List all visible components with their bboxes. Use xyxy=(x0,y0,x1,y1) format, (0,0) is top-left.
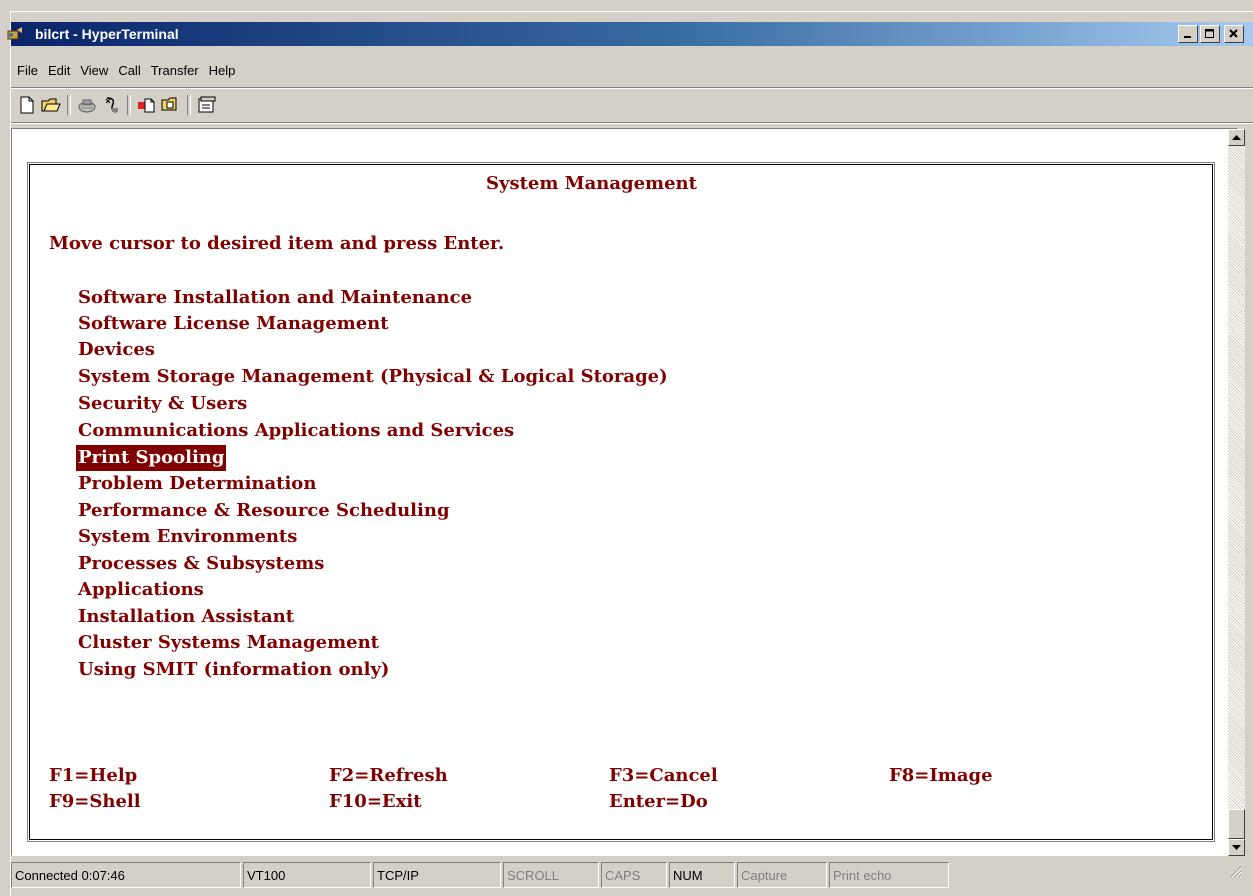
toolbar-separator xyxy=(67,95,71,115)
receive-icon xyxy=(161,97,177,111)
receive-button[interactable] xyxy=(159,93,183,117)
menu-option[interactable]: Processes & Subsystems xyxy=(78,551,324,577)
status-scroll: SCROLL xyxy=(503,862,599,888)
status-caps: CAPS xyxy=(601,862,667,888)
fkey-enter-do[interactable]: Enter=Do xyxy=(609,789,708,815)
fkey-f1-help[interactable]: F1=Help xyxy=(49,763,137,789)
fkey-f9-shell[interactable]: F9=Shell xyxy=(49,789,141,815)
toolbar-divider xyxy=(11,122,1253,124)
close-button[interactable] xyxy=(1224,25,1244,43)
disconnect-button[interactable] xyxy=(99,93,123,117)
arrow-up-icon xyxy=(1232,134,1241,140)
fkey-f8-image[interactable]: F8=Image xyxy=(889,763,993,789)
menu-option-selected[interactable]: Print Spooling xyxy=(76,445,227,471)
connect-button[interactable] xyxy=(75,93,99,117)
maximize-button[interactable] xyxy=(1200,25,1220,43)
properties-icon xyxy=(198,96,216,113)
scroll-up-button[interactable] xyxy=(1228,129,1245,146)
menu-option[interactable]: Communications Applications and Services xyxy=(78,418,514,444)
connect-icon xyxy=(78,99,96,113)
status-capture: Capture xyxy=(737,862,827,888)
window-title: bilcrt - HyperTerminal xyxy=(35,26,179,42)
status-print-echo: Print echo xyxy=(829,862,949,888)
toolbar xyxy=(15,92,219,118)
menu-option[interactable]: Cluster Systems Management xyxy=(78,630,379,656)
vertical-scrollbar[interactable] xyxy=(1228,129,1245,856)
menu-transfer[interactable]: Transfer xyxy=(146,60,204,82)
scroll-thumb[interactable] xyxy=(1228,809,1245,839)
minimize-icon xyxy=(1184,36,1191,38)
new-connection-icon xyxy=(20,96,34,114)
open-icon xyxy=(41,98,61,112)
title-bar[interactable]: bilcrt - HyperTerminal xyxy=(7,22,1253,46)
properties-button[interactable] xyxy=(195,93,219,117)
menu-option[interactable]: Problem Determination xyxy=(78,471,316,497)
screen-instruction: Move cursor to desired item and press En… xyxy=(49,233,505,254)
menu-edit[interactable]: Edit xyxy=(43,60,75,82)
maximize-icon xyxy=(1205,29,1214,38)
menu-option[interactable]: Using SMIT (information only) xyxy=(78,657,389,683)
status-emulation: VT100 xyxy=(243,862,371,888)
menu-option[interactable]: System Storage Management (Physical & Lo… xyxy=(78,364,668,390)
menu-option[interactable]: Devices xyxy=(78,337,155,363)
toolbar-divider xyxy=(11,87,1253,89)
smit-screen[interactable]: System Management Move cursor to desired… xyxy=(29,164,1213,840)
menu-option[interactable]: Security & Users xyxy=(78,391,247,417)
menu-call[interactable]: Call xyxy=(113,60,145,82)
status-bar: Connected 0:07:46 VT100 TCP/IP SCROLL CA… xyxy=(11,862,1253,888)
send-icon xyxy=(138,98,155,113)
menu-option[interactable]: Applications xyxy=(78,577,204,603)
toolbar-separator xyxy=(187,95,191,115)
open-button[interactable] xyxy=(39,93,63,117)
minimize-button[interactable] xyxy=(1178,25,1198,43)
menu-option[interactable]: Software License Management xyxy=(78,311,389,337)
menu-option[interactable]: Software Installation and Maintenance xyxy=(78,285,472,311)
fkey-f10-exit[interactable]: F10=Exit xyxy=(329,789,422,815)
fkey-f2-refresh[interactable]: F2=Refresh xyxy=(329,763,448,789)
menu-file[interactable]: File xyxy=(11,60,43,82)
toolbar-separator xyxy=(127,95,131,115)
menu-bar: File Edit View Call Transfer Help xyxy=(11,60,240,82)
resize-grip-icon[interactable] xyxy=(1228,864,1242,878)
menu-option[interactable]: Performance & Resource Scheduling xyxy=(78,498,450,524)
menu-option[interactable]: Installation Assistant xyxy=(78,604,294,630)
fkey-f3-cancel[interactable]: F3=Cancel xyxy=(609,763,718,789)
new-connection-button[interactable] xyxy=(15,93,39,117)
status-num: NUM xyxy=(669,862,735,888)
menu-view[interactable]: View xyxy=(75,60,113,82)
status-connected: Connected 0:07:46 xyxy=(11,862,241,888)
status-protocol: TCP/IP xyxy=(373,862,501,888)
send-button[interactable] xyxy=(135,93,159,117)
disconnect-icon xyxy=(105,97,118,113)
menu-help[interactable]: Help xyxy=(204,60,241,82)
close-icon xyxy=(1229,29,1238,38)
arrow-down-icon xyxy=(1232,844,1241,850)
screen-heading: System Management xyxy=(486,173,697,194)
menu-option[interactable]: System Environments xyxy=(78,524,297,550)
hyperterminal-app-icon xyxy=(7,27,22,40)
scroll-down-button[interactable] xyxy=(1228,839,1245,856)
